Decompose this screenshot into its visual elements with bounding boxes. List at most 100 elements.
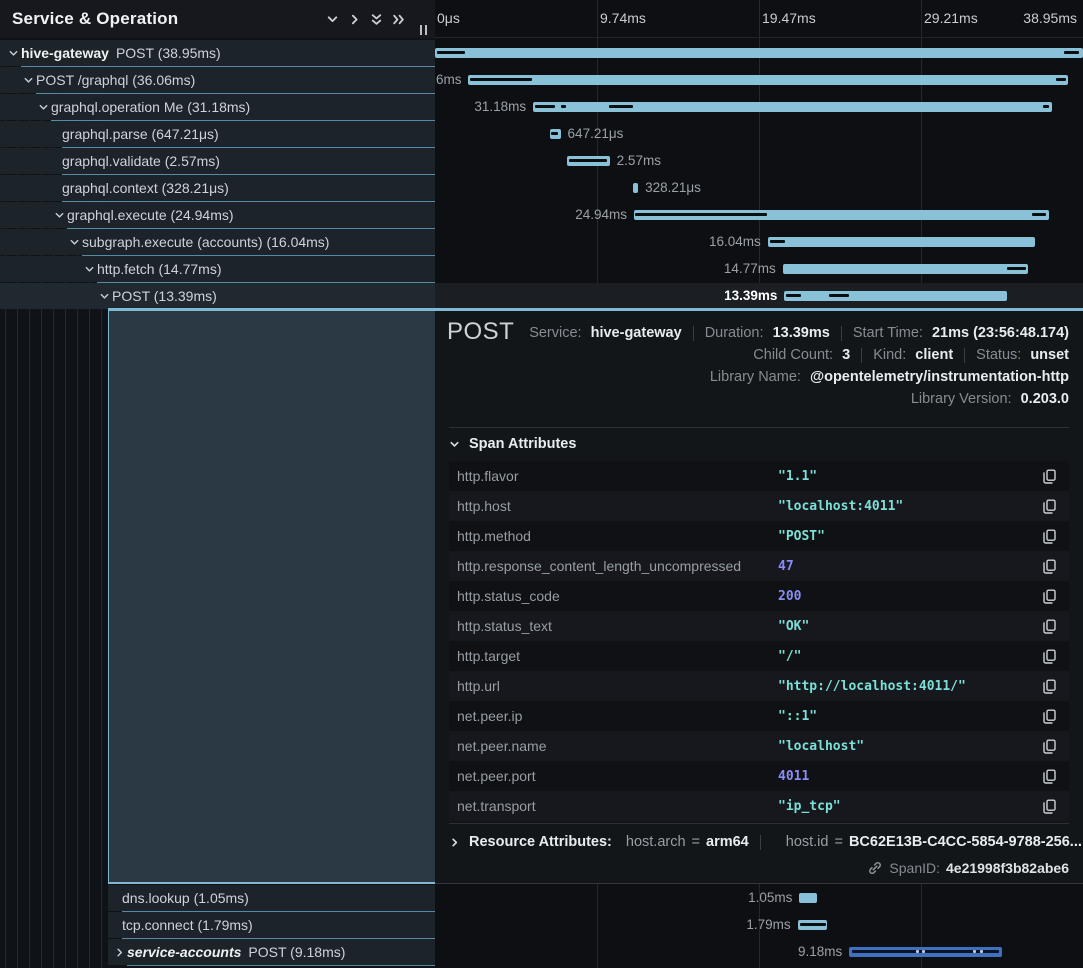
child-span-marker [437,51,465,54]
copy-icon[interactable] [1041,618,1057,634]
duration-label: 1.79ms [661,917,791,933]
attribute-value: "ip_tcp" [778,791,841,821]
copy-icon[interactable] [1041,738,1057,754]
copy-icon[interactable] [1041,768,1057,784]
tree-row[interactable]: graphql.execute (24.94ms) [0,202,435,229]
tree-row-label: http.fetch (14.77ms) [97,256,222,282]
tree-row[interactable]: POST /graphql (36.06ms) [0,67,435,94]
duration-label: 9.18ms [712,944,842,960]
caret-down-icon[interactable] [53,209,65,221]
span-attributes-table: http.flavor"1.1"http.host"localhost:4011… [449,461,1069,821]
attribute-value: "http://localhost:4011/" [778,671,966,701]
ruler-tick: 9.74ms [600,10,646,26]
caret-down-icon[interactable] [22,74,34,86]
attribute-row: http.target"/" [449,641,1069,671]
child-span-marker [535,105,555,108]
tree-row[interactable]: hive-gatewayPOST (38.95ms) [0,40,435,67]
child-span-marker [635,213,766,216]
resource-key: host.arch [626,834,686,850]
span-meta-line: Library Version: 0.203.0 [529,388,1069,410]
event-dot [980,950,983,953]
panel-resize-handle[interactable] [420,25,427,35]
child-span-marker [1043,105,1049,108]
span-bar[interactable] [783,264,1029,274]
span-bar[interactable] [533,102,1052,112]
tree-row-label: dns.lookup (1.05ms) [122,885,249,911]
caret-down-icon[interactable] [7,47,19,59]
attribute-row: http.url"http://localhost:4011/" [449,671,1069,701]
expand-all-icon[interactable] [387,8,409,30]
span-bar[interactable] [468,75,1068,85]
meta-label: Library Name: [710,369,805,385]
child-span-marker [1007,267,1026,270]
caret-down-icon[interactable] [68,236,80,248]
attribute-row: net.transport"ip_tcp" [449,791,1069,821]
tree-panel-header: Service & Operation [0,0,435,38]
tree-row-label: graphql.execute (24.94ms) [67,202,234,228]
tree-row[interactable]: service-accountsPOST (9.18ms) [0,939,435,966]
copy-icon[interactable] [1041,648,1057,664]
attribute-value: 47 [778,551,794,581]
meta-label: Start Time: [853,325,927,341]
copy-icon[interactable] [1041,468,1057,484]
span-bar[interactable] [799,893,816,903]
span-bar[interactable] [567,156,610,166]
copy-icon[interactable] [1041,528,1057,544]
ruler-separator [435,37,1083,38]
span-bar[interactable] [634,210,1049,220]
resource-attributes-title: Resource Attributes: [469,834,612,850]
span-bar[interactable] [784,291,1007,301]
collapse-one-icon[interactable] [321,8,343,30]
tree-row[interactable]: graphql.parse (647.21μs) [0,121,435,148]
collapse-all-icon[interactable] [365,8,387,30]
attribute-key: http.status_text [457,611,552,641]
child-span-marker [852,950,999,953]
child-span-marker [609,105,633,108]
span-bar[interactable] [798,920,828,930]
copy-icon[interactable] [1041,558,1057,574]
span-title: POST [447,318,514,346]
expand-one-icon[interactable] [343,8,365,30]
caret-down-icon[interactable] [37,101,49,113]
duration-label: 2.57ms [617,153,661,169]
tree-row[interactable]: POST (13.39ms) [0,283,435,310]
copy-icon[interactable] [1041,798,1057,814]
copy-icon[interactable] [1041,498,1057,514]
span-id-label: SpanID: [889,860,940,876]
tree-row[interactable]: tcp.connect (1.79ms) [0,912,435,939]
tree-row[interactable]: graphql.context (328.21μs) [0,175,435,202]
attribute-value: "POST" [778,521,825,551]
link-icon[interactable] [868,861,882,875]
divider [760,835,761,850]
span-bar[interactable] [550,129,561,139]
copy-icon[interactable] [1041,678,1057,694]
copy-icon[interactable] [1041,708,1057,724]
span-bar[interactable] [768,237,1035,247]
tree-row[interactable]: graphql.validate (2.57ms) [0,148,435,175]
tree-row[interactable]: subgraph.execute (accounts) (16.04ms) [0,229,435,256]
timeline-ruler: 0μs9.74ms19.47ms29.21ms38.95ms [435,0,1083,38]
ruler-tick: 29.21ms [924,10,978,26]
resource-attributes-toggle[interactable]: Resource Attributes: host.arch=arm64host… [449,834,1082,850]
meta-value: 21ms (23:56:48.174) [932,325,1069,341]
span-bar[interactable] [849,947,1002,957]
caret-down-icon[interactable] [83,263,95,275]
span-attributes-toggle[interactable]: Span Attributes [449,436,576,452]
span-bar[interactable] [633,183,638,193]
tree-row[interactable]: http.fetch (14.77ms) [0,256,435,283]
drawer-top-border [108,308,1083,311]
copy-icon[interactable] [1041,588,1057,604]
tree-row[interactable]: dns.lookup (1.05ms) [0,885,435,912]
attribute-value: "/" [778,641,801,671]
operation-label: graphql.operation Me (31.18ms) [51,99,250,115]
attribute-key: http.response_content_length_uncompresse… [457,551,741,581]
caret-down-icon[interactable] [98,290,110,302]
divider [449,823,1069,824]
span-bar[interactable] [435,48,1083,58]
caret-right-icon[interactable] [113,946,125,958]
resource-value: arm64 [706,834,749,850]
tree-row[interactable]: graphql.operation Me (31.18ms) [0,94,435,121]
operation-label: POST (9.18ms) [248,944,345,960]
divider [449,427,1069,428]
ruler-tick: 19.47ms [762,10,816,26]
